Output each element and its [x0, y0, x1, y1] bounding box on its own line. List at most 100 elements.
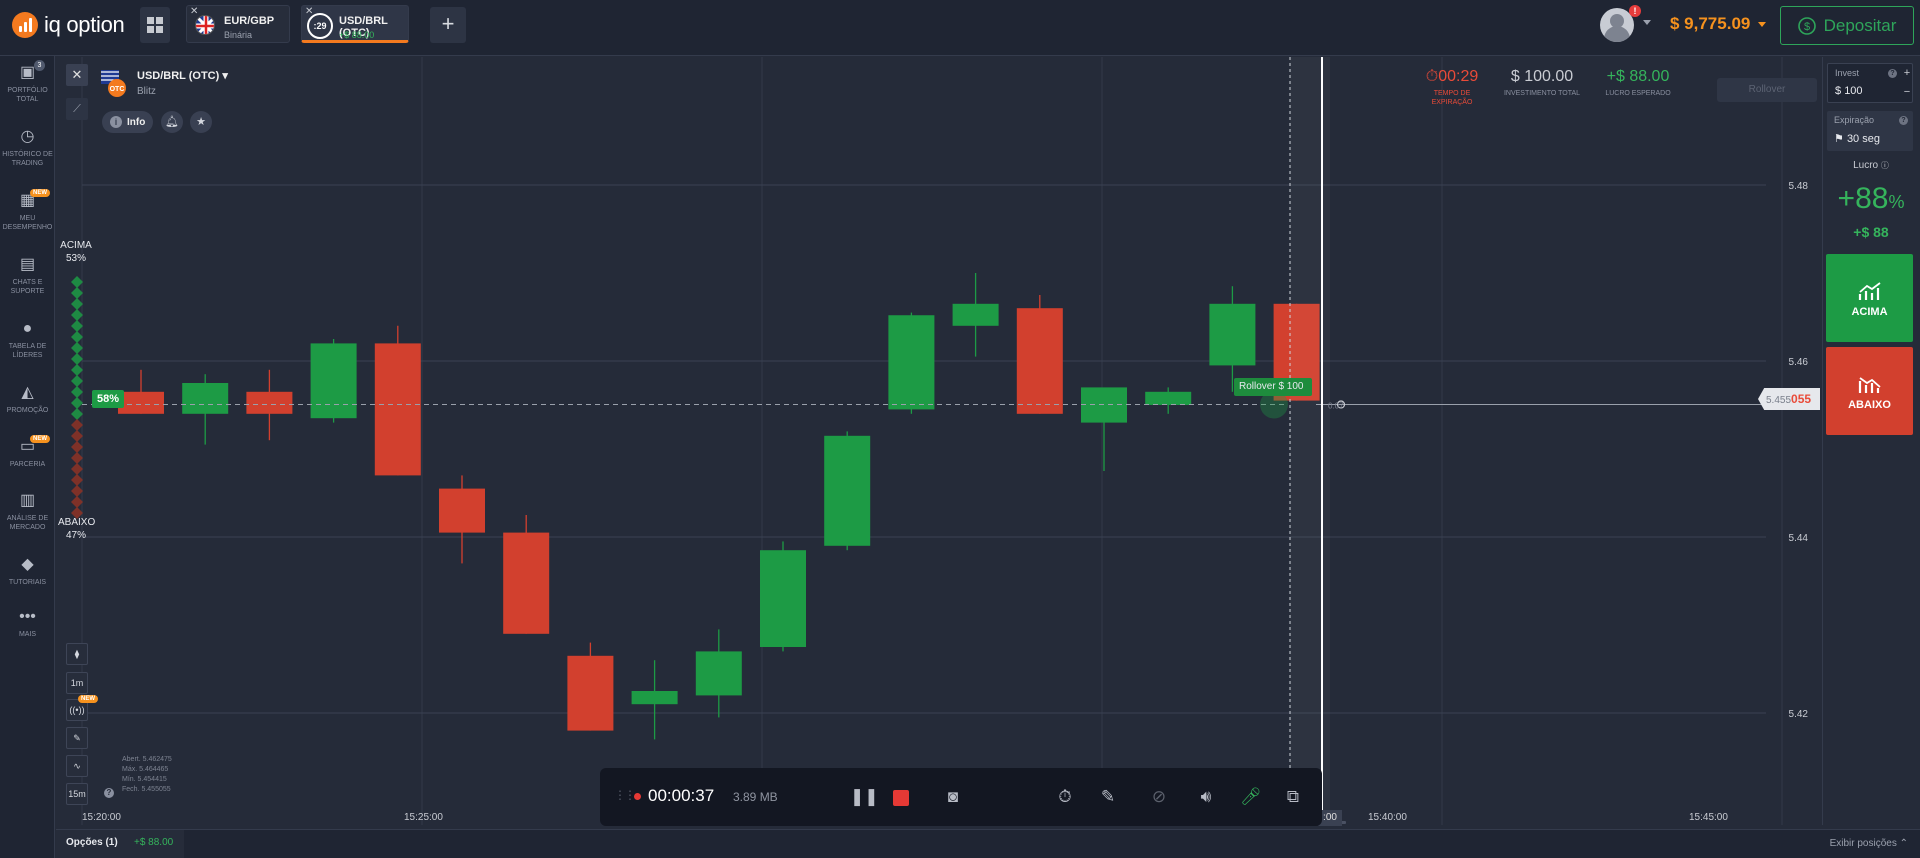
stop-button[interactable] [888, 784, 914, 810]
put-down-button[interactable]: ABAIXO [1826, 347, 1913, 435]
help-icon[interactable]: ? [1899, 116, 1908, 125]
trend-down-icon [1858, 377, 1881, 393]
sentiment-segment [71, 408, 83, 420]
interval-button[interactable]: 1m [66, 672, 88, 694]
options-tab-label[interactable]: Opções (1) [66, 837, 118, 848]
close-icon[interactable]: ✕ [190, 6, 198, 17]
sidebar-item-history[interactable]: ◷ HISTÓRICO DE TRADING [0, 128, 55, 168]
camera-icon[interactable]: ◙ [940, 784, 966, 810]
info-label: Info [127, 116, 146, 128]
help-icon[interactable]: ? [1888, 69, 1897, 78]
sidebar-item-analysis[interactable]: ▥ ANÁLISE DE MERCADO [0, 492, 55, 532]
info-icon: i [110, 116, 122, 128]
add-asset-button[interactable]: + [430, 7, 466, 43]
wave-tool-button[interactable]: ∿ [66, 755, 88, 777]
time-tick: 15:25:00 [404, 812, 443, 823]
webcam-off-icon[interactable]: ⊘ [1146, 784, 1172, 810]
asset-title[interactable]: USD/BRL (OTC) ▾ [137, 69, 228, 82]
assets-grid-button[interactable] [140, 7, 170, 43]
sidebar-item-tutorials[interactable]: ◆ TUTORIAIS [0, 556, 55, 587]
grid-icon [147, 17, 163, 33]
microphone-icon[interactable]: 🎤︎ [1238, 784, 1264, 810]
info-button[interactable]: i Info [102, 111, 154, 133]
increase-button[interactable]: + [1901, 64, 1913, 83]
candle-body [1016, 308, 1063, 414]
time-left-value: ⏱00:29 [1425, 68, 1479, 85]
sentiment-down-pct: 47% [65, 530, 86, 541]
close-chart-button[interactable]: ✕ [66, 64, 88, 86]
draw-tool-button[interactable]: ✎ [66, 727, 88, 749]
recording-dot-icon [634, 793, 641, 800]
price-tick: 5.46 [1789, 357, 1809, 368]
options-tab-profit: +$ 88.00 [134, 837, 174, 848]
account-balance[interactable]: $ 9,775.09 [1670, 14, 1750, 34]
ohlc-close: Fech. 5.455055 [122, 786, 171, 793]
chart-type-button[interactable]: ⧫ [66, 643, 88, 665]
sentiment-segment [71, 397, 83, 409]
chart-canvas[interactable]: 5.48 5.46 5.44 5.42 0.07 [56, 57, 1824, 825]
chevron-down-icon[interactable] [1643, 20, 1651, 25]
invest-value[interactable]: $ 100 [1835, 85, 1863, 97]
logo[interactable]: iq option [12, 12, 125, 38]
help-icon[interactable]: ⓘ [1881, 161, 1889, 170]
chevron-up-icon: ⌃ [1899, 838, 1908, 849]
time-tick: 15:40:00 [1368, 812, 1407, 823]
star-icon[interactable]: ★ [190, 111, 212, 133]
pen-icon[interactable]: ✎ [1095, 784, 1121, 810]
asset-subtitle: Blitz [137, 86, 156, 97]
invest-field[interactable]: Invest ? $ 100 + − [1827, 63, 1913, 103]
promo-icon: ◭ [21, 384, 34, 401]
svg-text:OTC: OTC [110, 86, 125, 93]
recording-time: 00:00:37 [648, 786, 715, 805]
rollover-tooltip[interactable]: Rollover $ 100 [1234, 378, 1312, 396]
graduation-cap-icon: ◆ [21, 556, 34, 573]
pause-icon[interactable]: ❚❚ [850, 784, 879, 810]
asset-tab-usd-brl[interactable]: ✕ :29 USD/BRL (OTC) +$ 88.00 [301, 5, 409, 43]
price-tick: 5.44 [1789, 533, 1809, 544]
deposit-button[interactable]: $ Depositar [1780, 6, 1914, 45]
put-down-label: ABAIXO [1848, 399, 1891, 411]
decrease-button[interactable]: − [1901, 83, 1913, 102]
sidebar-item-portfolio[interactable]: ▣ 3 PORTFÓLIO TOTAL [0, 60, 55, 104]
sentiment-segment [71, 419, 83, 431]
investment-value: $ 100.00 [1510, 68, 1574, 85]
sentiment-up: ACIMA 53% [58, 239, 94, 265]
sentiment-segment [71, 287, 83, 299]
speaker-icon[interactable]: 🔊︎ [1193, 784, 1219, 810]
expiration-field[interactable]: Expiração ? ⚑ 30 seg [1827, 111, 1913, 151]
candle-body [1209, 303, 1256, 366]
sidebar-item-partnership[interactable]: ▭ NEW PARCERIA [0, 435, 55, 469]
flag-icon: ⚑ [1834, 133, 1844, 145]
sentiment-segment [71, 474, 83, 486]
price-chart[interactable]: 5.48 5.46 5.44 5.42 0.07 [56, 57, 1824, 825]
show-positions-button[interactable]: Exibir posições ⌃ [1830, 838, 1908, 849]
sentiment-segment [71, 298, 83, 310]
help-icon[interactable]: ? [104, 788, 114, 798]
chevron-down-icon: ▾ [222, 70, 228, 82]
price-tick: 5.48 [1789, 181, 1809, 192]
bell-icon[interactable]: 🔔︎ [161, 111, 183, 133]
sidebar-item-more[interactable]: ••• MAIS [0, 608, 55, 639]
sentiment-segment [71, 430, 83, 442]
drag-handle-icon[interactable]: ⋮⋮ [614, 788, 636, 802]
region-select-icon[interactable]: ⧉ [1280, 784, 1306, 810]
time-tick: 15:20:00 [82, 812, 121, 823]
sidebar-item-chat[interactable]: ▤ CHATS E SUPORTE [0, 256, 55, 296]
call-up-button[interactable]: ACIMA [1826, 254, 1913, 342]
ohlc-open: Abert. 5.462475 [122, 756, 172, 763]
sidebar-item-leaderboard[interactable]: ● TABELA DE LÍDERES [0, 320, 55, 360]
uk-flag-icon [195, 15, 215, 35]
logo-text: iq option [44, 12, 125, 37]
candle-body [824, 435, 871, 546]
timer-icon[interactable]: ⏱ [1052, 784, 1078, 810]
chevron-down-icon[interactable] [1758, 22, 1766, 27]
pin-icon[interactable]: ⟋ [66, 98, 88, 120]
timeframe-button[interactable]: 15m [66, 783, 88, 805]
sidebar-item-promotion[interactable]: ◭ PROMOÇÃO [0, 384, 55, 415]
deposit-label: Depositar [1823, 15, 1897, 35]
sentiment-segment [71, 441, 83, 453]
sidebar-item-performance[interactable]: ▦ NEW MEU DESEMPENHO [0, 189, 55, 232]
rollover-button[interactable]: Rollover [1717, 78, 1817, 102]
asset-tab-eur-gbp[interactable]: ✕ EUR/GBP Binária [186, 5, 290, 43]
trade-marker-label: 0.07 [1328, 402, 1344, 411]
